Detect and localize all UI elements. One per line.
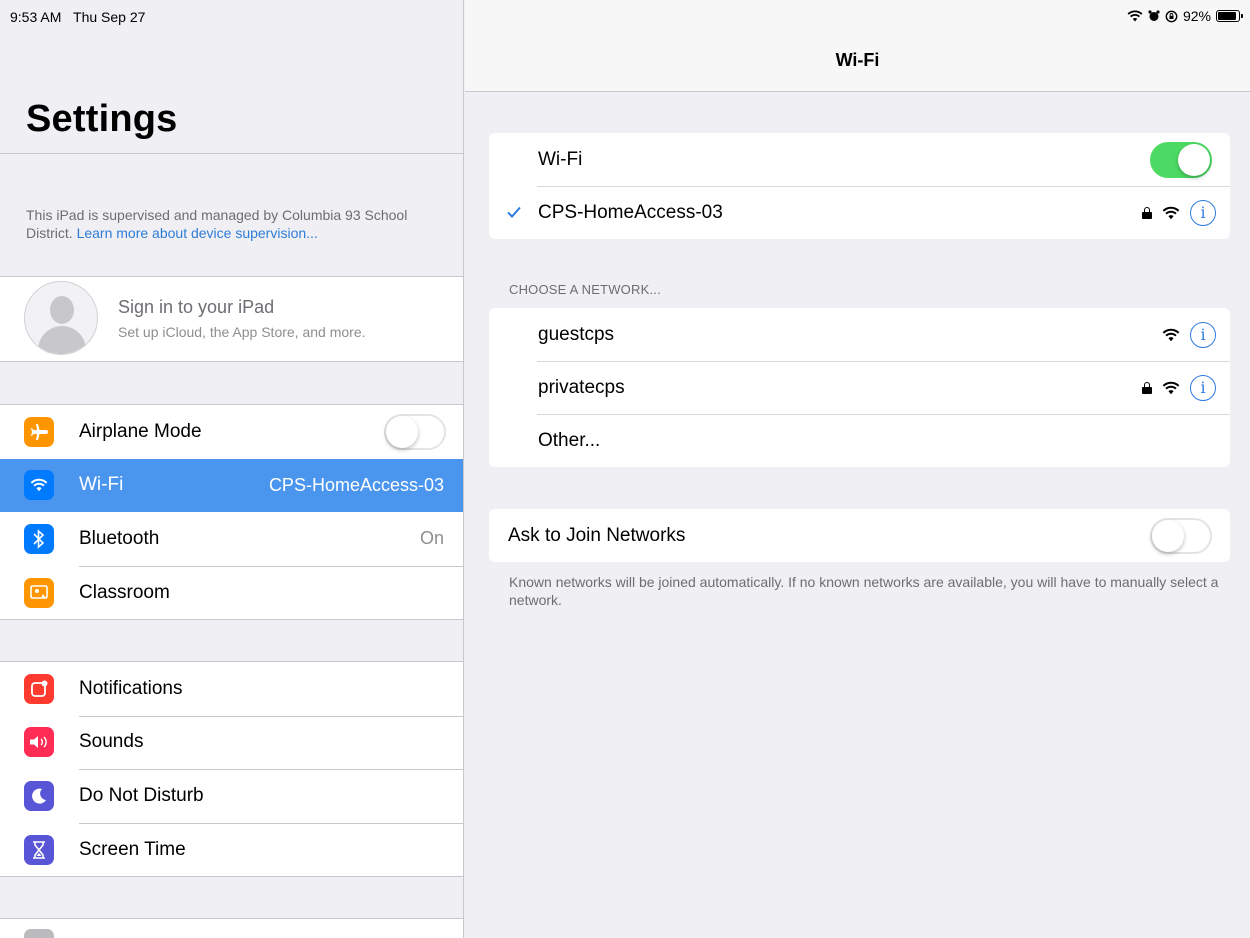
choose-network-header: CHOOSE A NETWORK... (509, 282, 661, 297)
connected-network-row[interactable]: CPS-HomeAccess-03 i (489, 186, 1230, 239)
gear-icon (24, 929, 54, 938)
network-list-card: guestcps i privatecps i Other... (489, 308, 1230, 467)
notifications-icon (24, 673, 54, 704)
network-name: guestcps (538, 323, 615, 345)
sidebar-item-wifi[interactable]: Wi-Fi CPS-HomeAccess-03 (0, 458, 463, 513)
other-network-label: Other... (538, 429, 601, 451)
toggle-knob (386, 415, 418, 448)
wifi-icon (24, 470, 54, 501)
moon-icon (24, 780, 54, 811)
network-name: privatecps (538, 376, 625, 398)
sidebar-item-label: Airplane Mode (79, 420, 202, 442)
sidebar-item-value: CPS-HomeAccess-03 (268, 474, 444, 495)
signin-subtitle: Set up iCloud, the App Store, and more. (118, 324, 366, 340)
sidebar-item-label: Sounds (79, 731, 144, 753)
info-button[interactable]: i (1190, 199, 1216, 226)
network-row-privatecps[interactable]: privatecps i (489, 361, 1230, 414)
info-icon: i (1200, 203, 1206, 222)
info-button[interactable]: i (1190, 374, 1216, 401)
connectivity-group: Airplane Mode Wi-Fi CPS-HomeAccess-03 Bl… (0, 404, 463, 621)
battery-percent: 92% (1182, 8, 1211, 24)
sidebar-item-label: Notifications (79, 677, 183, 699)
avatar-head (50, 296, 74, 324)
wifi-toggle-row: Wi-Fi (489, 133, 1230, 186)
general-group: Notifications Sounds Do Not Disturb Scre… (0, 661, 463, 878)
checkmark-icon (507, 201, 521, 224)
info-button[interactable]: i (1190, 321, 1216, 348)
status-left: 9:53 AM Thu Sep 27 (10, 9, 153, 25)
ask-to-join-toggle[interactable] (1150, 517, 1212, 554)
network-trailing-icons: i (1162, 321, 1216, 348)
wifi-signal-icon (1162, 206, 1180, 219)
sidebar-item-notifications[interactable]: Notifications (0, 662, 463, 716)
ask-to-join-footnote: Known networks will be joined automatica… (509, 574, 1219, 608)
sidebar-item-classroom[interactable]: Classroom (0, 565, 463, 620)
settings-sidebar: Settings This iPad is supervised and man… (0, 0, 464, 938)
signin-row[interactable]: Sign in to your iPad Set up iCloud, the … (0, 276, 463, 362)
sounds-icon (24, 727, 54, 758)
sidebar-item-screen-time[interactable]: Screen Time (0, 822, 463, 877)
wifi-status-card: Wi-Fi CPS-HomeAccess-03 i (489, 133, 1230, 239)
connected-network-name: CPS-HomeAccess-03 (538, 201, 723, 223)
page-title: Wi-Fi (835, 50, 880, 70)
ask-to-join-label: Ask to Join Networks (508, 524, 686, 546)
wifi-signal-icon (1162, 328, 1180, 341)
ask-to-join-card: Ask to Join Networks (489, 509, 1230, 562)
classroom-icon (24, 577, 54, 608)
sidebar-item-do-not-disturb[interactable]: Do Not Disturb (0, 769, 463, 823)
ask-to-join-row: Ask to Join Networks (489, 509, 1230, 562)
sidebar-title-divider (0, 153, 463, 154)
airplane-mode-toggle[interactable] (384, 413, 446, 450)
airplane-icon (24, 416, 54, 447)
sidebar-item-general-partial[interactable] (0, 918, 463, 938)
battery-icon (1216, 10, 1243, 22)
status-date: Thu Sep 27 (73, 9, 146, 25)
info-icon: i (1200, 378, 1206, 397)
status-right: 92% (1127, 8, 1243, 24)
wifi-signal-icon (1162, 381, 1180, 394)
network-row-other[interactable]: Other... (489, 414, 1230, 467)
sidebar-item-label: Bluetooth (79, 527, 160, 549)
sidebar-item-sounds[interactable]: Sounds (0, 715, 463, 770)
toggle-knob (1152, 519, 1184, 552)
sidebar-item-label: Screen Time (79, 838, 186, 860)
lock-icon (1142, 381, 1152, 394)
supervision-notice: This iPad is supervised and managed by C… (26, 206, 446, 242)
avatar (24, 281, 98, 355)
sidebar-item-label: Do Not Disturb (79, 784, 204, 806)
alarm-icon (1148, 10, 1160, 21)
network-trailing-icons: i (1142, 199, 1216, 226)
lock-icon (1142, 206, 1152, 219)
sidebar-item-airplane-mode[interactable]: Airplane Mode (0, 405, 463, 459)
wifi-icon (1127, 10, 1143, 22)
toggle-knob (1178, 143, 1210, 176)
network-row-guestcps[interactable]: guestcps i (489, 308, 1230, 361)
signin-title: Sign in to your iPad (118, 297, 275, 317)
avatar-body (38, 326, 86, 354)
sidebar-item-value: On (419, 528, 444, 549)
wifi-toggle[interactable] (1150, 141, 1212, 178)
hourglass-icon (24, 834, 54, 865)
wifi-detail-pane: Wi-Fi Wi-Fi CPS-HomeAccess-03 i CHOOSE A… (465, 0, 1250, 938)
battery-fill (1218, 12, 1237, 20)
wifi-label: Wi-Fi (538, 148, 583, 170)
info-icon: i (1200, 325, 1206, 344)
supervision-link[interactable]: Learn more about device supervision... (77, 225, 318, 241)
bluetooth-icon (24, 523, 54, 554)
sidebar-title: Settings (26, 98, 178, 140)
sidebar-item-label: Wi-Fi (79, 474, 124, 496)
network-trailing-icons: i (1142, 374, 1216, 401)
status-time: 9:53 AM (10, 9, 62, 25)
sidebar-item-label: Classroom (79, 581, 170, 603)
status-bar: 9:53 AM Thu Sep 27 92% (0, 0, 1250, 30)
sidebar-item-bluetooth[interactable]: Bluetooth On (0, 512, 463, 566)
orientation-lock-icon (1165, 10, 1178, 22)
